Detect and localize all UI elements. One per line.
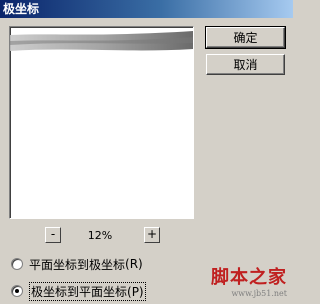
zoom-out-button[interactable]: - — [45, 227, 61, 243]
ok-button[interactable]: 确定 — [205, 26, 286, 49]
radio-label: 平面坐标到极坐标 — [29, 257, 126, 272]
zoom-in-button[interactable]: + — [144, 227, 160, 243]
watermark-logo: 脚本之家 — [211, 267, 287, 288]
radio-focus: 极坐标到平面坐标(P) — [29, 281, 146, 301]
window-title: 极坐标 — [3, 2, 40, 16]
cancel-button[interactable]: 取消 — [206, 54, 285, 75]
radio-shortcut: (P) — [127, 284, 144, 299]
zoom-level: 12% — [87, 229, 113, 242]
preview-image — [10, 31, 193, 51]
radio-rect-to-polar[interactable]: 平面坐标到极坐标 (R) — [11, 256, 143, 272]
radio-label: 极坐标到平面坐标 — [31, 284, 128, 299]
watermark-url: www.jb51.net — [231, 289, 287, 298]
watermark: 脚本之家 www.jb51.net — [207, 263, 287, 298]
preview-canvas[interactable] — [9, 26, 194, 219]
title-bar[interactable]: 极坐标 — [0, 0, 293, 18]
radio-button[interactable] — [11, 285, 23, 297]
radio-shortcut: (R) — [125, 257, 143, 271]
radio-button[interactable] — [11, 258, 23, 270]
radio-polar-to-rect[interactable]: 极坐标到平面坐标(P) — [11, 281, 146, 301]
